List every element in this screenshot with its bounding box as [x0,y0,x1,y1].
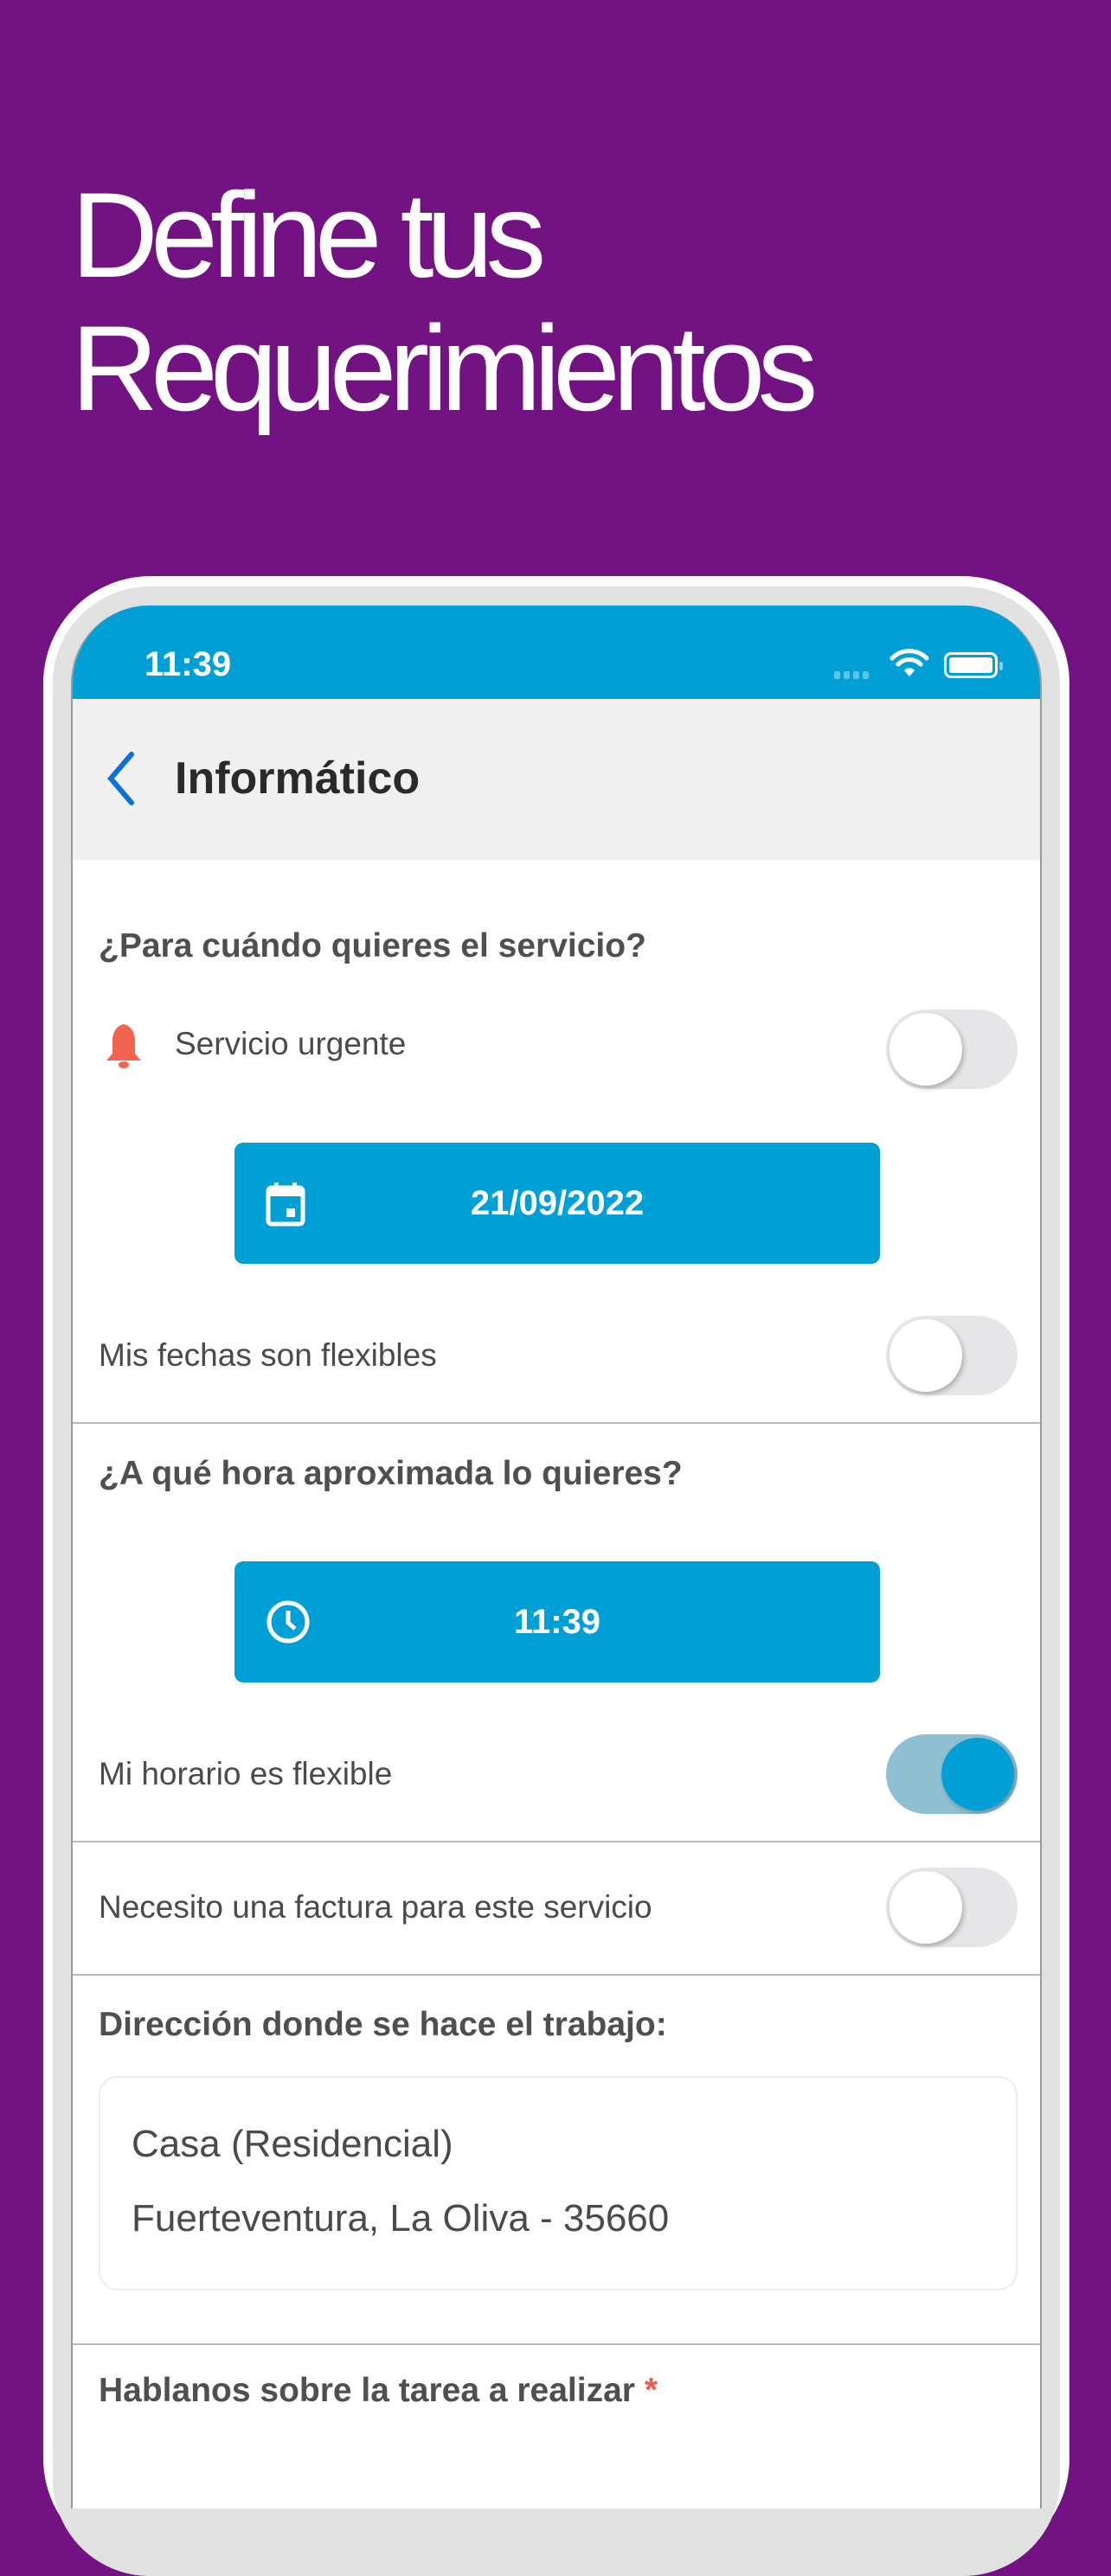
date-value: 21/09/2022 [470,1184,645,1222]
urgent-label: Servicio urgente [175,1026,407,1061]
status-bar: 11:39 [73,606,1040,699]
bell-icon [106,1024,141,1068]
date-picker-button[interactable]: 21/09/2022 [234,1143,880,1264]
section-heading-when: ¿Para cuándo quieres el servicio? [99,927,646,964]
flexible-time-toggle[interactable] [886,1734,1018,1814]
divider [73,1974,1040,1976]
required-mark: * [644,2372,658,2409]
headline: Define tus Requerimientos [71,167,818,436]
page-title: Informático [175,753,421,804]
address-location: Fuerteventura, La Oliva - 35660 [132,2197,670,2240]
flexible-dates-label: Mis fechas son flexibles [99,1337,437,1373]
flexible-dates-toggle[interactable] [886,1316,1018,1395]
address-card[interactable]: Casa (Residencial) Fuerteventura, La Oli… [99,2076,1018,2291]
status-time: 11:39 [144,645,232,683]
section-heading-address: Dirección donde se hace el trabajo: [99,2006,667,2043]
divider [73,1841,1040,1842]
flexible-time-label: Mi horario es flexible [99,1756,393,1791]
nav-bar: Informático [73,699,1040,860]
battery-icon [944,652,1003,678]
app-screen: 11:39 Informático ¿Para cuándo quieres e… [71,606,1042,2509]
headline-line-2: Requerimientos [71,300,818,436]
chevron-left-icon[interactable] [104,751,138,806]
time-picker-button[interactable]: 11:39 [234,1561,880,1682]
divider [73,2343,1040,2345]
time-value: 11:39 [513,1603,601,1641]
signal-icon [834,671,869,679]
invoice-label: Necesito una factura para este servicio [99,1889,652,1925]
section-heading-time: ¿A qué hora aproximada lo quieres? [99,1455,683,1492]
wifi-icon [889,649,929,676]
headline-line-1: Define tus [71,167,546,303]
urgent-toggle[interactable] [886,1009,1018,1089]
task-heading-text: Hablanos sobre la tarea a realizar [99,2372,635,2409]
address-type: Casa (Residencial) [132,2123,453,2165]
section-heading-task: Hablanos sobre la tarea a realizar * [99,2372,658,2410]
invoice-toggle[interactable] [886,1868,1018,1947]
divider [73,1422,1040,1424]
